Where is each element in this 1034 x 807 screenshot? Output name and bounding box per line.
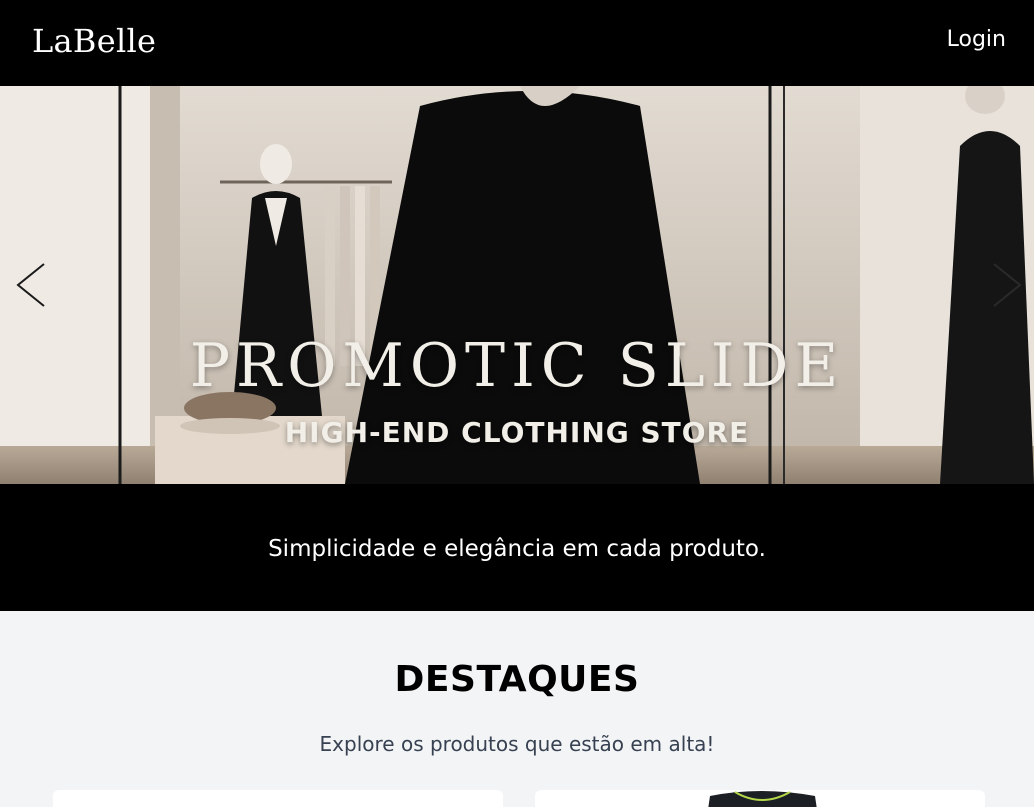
navbar: LaBelle Login <box>0 0 1034 86</box>
carousel-next-button[interactable] <box>984 258 1030 312</box>
featured-title: DESTAQUES <box>394 659 640 700</box>
product-card[interactable] <box>535 790 985 807</box>
slide-title: PROMOTIC SLIDE <box>189 331 845 401</box>
featured-section: DESTAQUES Explore os produtos que estão … <box>0 611 1034 807</box>
chevron-right-icon <box>993 263 1022 307</box>
tagline: Simplicidade e elegância em cada produto… <box>268 536 766 562</box>
product-image <box>708 791 817 807</box>
featured-subtitle: Explore os produtos que estão em alta! <box>319 732 715 756</box>
chevron-left-icon <box>16 263 45 307</box>
login-link[interactable]: Login <box>947 27 1006 52</box>
hero-carousel: PROMOTIC SLIDE HIGH-END CLOTHING STORE <box>0 86 1034 484</box>
slide-subtitle: HIGH-END CLOTHING STORE <box>284 416 750 449</box>
carousel-prev-button[interactable] <box>8 258 54 312</box>
product-card[interactable] <box>53 790 503 807</box>
tagline-section: Simplicidade e elegância em cada produto… <box>0 484 1034 611</box>
logo[interactable]: LaBelle <box>32 22 156 60</box>
